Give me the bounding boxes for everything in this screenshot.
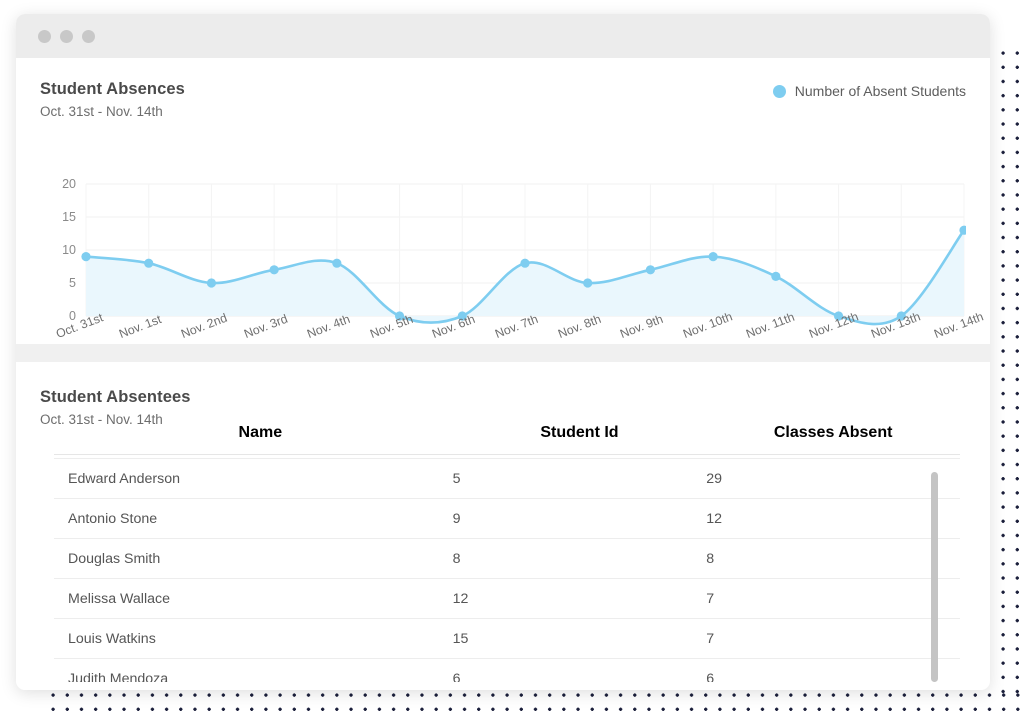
- cell-name: Douglas Smith: [68, 550, 161, 567]
- data-point-4[interactable]: [332, 258, 342, 268]
- cell-name: Antonio Stone: [68, 510, 158, 527]
- cell-classes-absent: 7: [706, 590, 715, 607]
- window-content: Student Absences Oct. 31st - Nov. 14th N…: [16, 58, 990, 690]
- table-row[interactable]: Louis Watkins 15 7: [54, 618, 960, 659]
- cell-student-id: 12: [452, 590, 469, 607]
- window-minimize-dot-icon[interactable]: [60, 29, 73, 43]
- absentees-table-header: Name Student Id Classes Absent: [54, 424, 960, 442]
- student-absentees-card: Student Absentees Oct. 31st - Nov. 14th …: [16, 362, 990, 690]
- window-close-dot-icon[interactable]: [38, 29, 51, 43]
- chart-card-subtitle: Oct. 31st - Nov. 14th: [40, 104, 163, 119]
- column-header-classes-absent[interactable]: Classes Absent: [706, 424, 960, 442]
- cell-student-id: 5: [452, 470, 461, 487]
- cell-student-id: 15: [452, 630, 469, 647]
- browser-window: Student Absences Oct. 31st - Nov. 14th N…: [16, 14, 990, 690]
- student-absences-card: Student Absences Oct. 31st - Nov. 14th N…: [16, 58, 990, 344]
- legend-series-label: Number of Absent Students: [794, 83, 966, 99]
- page-root: Student Absences Oct. 31st - Nov. 14th N…: [0, 0, 1024, 718]
- svg-text:15: 15: [62, 210, 76, 224]
- data-point-10[interactable]: [708, 252, 718, 262]
- table-scrollbar-track[interactable]: [931, 472, 938, 682]
- column-header-name[interactable]: Name: [54, 424, 453, 442]
- cell-name: Edward Anderson: [68, 470, 180, 487]
- svg-text:20: 20: [62, 178, 76, 191]
- table-header-divider: [54, 454, 960, 455]
- table-row[interactable]: Judith Mendoza 6 6: [54, 658, 960, 682]
- cell-classes-absent: 7: [706, 630, 715, 647]
- table-row[interactable]: Douglas Smith 8 8: [54, 538, 960, 579]
- cell-classes-absent: 8: [706, 550, 715, 567]
- table-card-title: Student Absentees: [40, 388, 191, 406]
- line-chart: 0 5 10 15 20 Oct. 31st Nov. 1st Nov. 2nd Nov. 3…: [40, 178, 985, 341]
- table-header-row: Name Student Id Classes Absent: [54, 424, 960, 442]
- table-row[interactable]: Antonio Stone 9 12: [54, 498, 960, 539]
- decorative-dot-pattern-right: [994, 44, 1024, 704]
- chart-card-title: Student Absences: [40, 80, 185, 98]
- cell-student-id: 8: [452, 550, 461, 567]
- cell-classes-absent: 12: [706, 510, 723, 527]
- cell-name: Louis Watkins: [68, 630, 156, 647]
- cell-classes-absent: 29: [706, 470, 723, 487]
- window-maximize-dot-icon[interactable]: [82, 29, 95, 43]
- table-row[interactable]: Edward Anderson 5 29: [54, 458, 960, 499]
- data-point-8[interactable]: [583, 278, 593, 288]
- absentees-table-body: Edward Anderson 5 29 Antonio Stone 9 12 Dougla…: [54, 458, 960, 682]
- absentees-table: Edward Anderson 5 29 Antonio Stone 9 12 Dougla…: [54, 458, 960, 682]
- cell-classes-absent: 6: [706, 670, 715, 682]
- window-titlebar: [16, 14, 990, 58]
- chart-legend[interactable]: Number of Absent Students: [772, 80, 966, 99]
- absentees-table-scroll-area[interactable]: Edward Anderson 5 29 Antonio Stone 9 12 Dougla…: [54, 458, 960, 682]
- cell-name: Melissa Wallace: [68, 590, 170, 607]
- data-point-11[interactable]: [771, 271, 781, 281]
- cell-name: Judith Mendoza: [68, 670, 169, 682]
- table-card-header: Student Absentees Oct. 31st - Nov. 14th: [16, 362, 990, 427]
- table-row[interactable]: Melissa Wallace 12 7: [54, 578, 960, 619]
- data-point-1[interactable]: [144, 258, 154, 268]
- svg-text:5: 5: [69, 276, 76, 290]
- cell-student-id: 9: [452, 510, 461, 527]
- svg-text:10: 10: [62, 243, 76, 257]
- chart-card-titles: Student Absences Oct. 31st - Nov. 14th: [40, 80, 185, 119]
- data-point-9[interactable]: [645, 265, 656, 275]
- legend-series-dot-icon: [772, 84, 786, 98]
- data-point-3[interactable]: [269, 265, 279, 275]
- table-scrollbar-thumb[interactable]: [931, 472, 938, 682]
- line-chart-svg: 05101520: [62, 178, 966, 326]
- data-point-2[interactable]: [206, 278, 217, 288]
- column-header-student-id[interactable]: Student Id: [453, 424, 707, 442]
- cell-student-id: 6: [452, 670, 461, 682]
- decorative-dot-pattern-bottom: [44, 686, 1024, 718]
- data-point-7[interactable]: [520, 258, 530, 268]
- chart-card-header: Student Absences Oct. 31st - Nov. 14th N…: [40, 80, 966, 119]
- data-point-0[interactable]: [81, 252, 91, 262]
